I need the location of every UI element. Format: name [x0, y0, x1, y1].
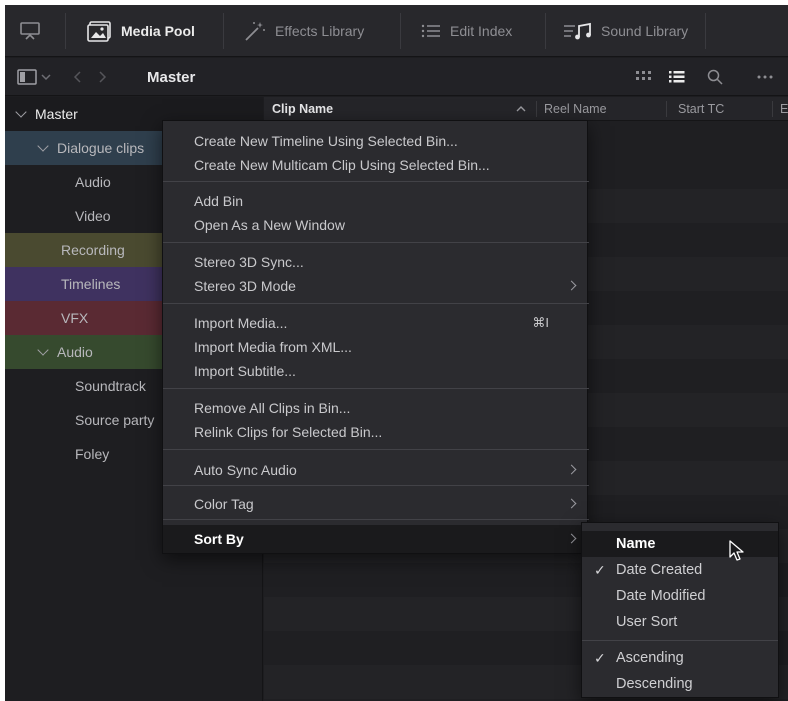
- menu-separator: [163, 519, 589, 520]
- menu-separator: [163, 303, 589, 304]
- menu-item-color-tag[interactable]: Color Tag: [163, 492, 589, 516]
- chevron-right-icon: [566, 498, 577, 509]
- menu-item-import-xml[interactable]: Import Media from XML...: [163, 335, 589, 359]
- sort-ascending-icon: [516, 97, 526, 121]
- column-divider: [666, 101, 667, 117]
- search-button[interactable]: [707, 58, 723, 96]
- menu-item-create-timeline[interactable]: Create New Timeline Using Selected Bin..…: [163, 129, 589, 153]
- tab-effects-library-label: Effects Library: [275, 23, 365, 39]
- checkmark-icon: ✓: [594, 561, 606, 578]
- column-end-tc[interactable]: E: [780, 97, 788, 121]
- chevron-right-icon: [566, 464, 577, 475]
- forward-button[interactable]: [97, 58, 107, 96]
- bin-context-menu: Create New Timeline Using Selected Bin..…: [162, 120, 589, 554]
- toolbar-divider: [705, 13, 706, 49]
- chevron-right-icon: [566, 280, 577, 291]
- sort-option-descending[interactable]: Descending: [582, 671, 778, 697]
- column-header-row: Clip Name Reel Name Start TC E: [264, 97, 788, 121]
- menu-separator: [163, 181, 589, 182]
- menu-item-import-media[interactable]: Import Media... ⌘I: [163, 311, 589, 335]
- menu-separator: [163, 449, 589, 450]
- list-view-icon: [669, 71, 685, 83]
- toolbar-divider: [545, 13, 546, 49]
- sort-option-name[interactable]: Name: [582, 531, 778, 557]
- column-start-tc[interactable]: Start TC: [678, 97, 724, 121]
- sort-option-date-modified[interactable]: Date Modified: [582, 583, 778, 609]
- search-icon: [707, 69, 723, 85]
- chevron-down-icon: [37, 344, 49, 356]
- sort-option-ascending[interactable]: ✓ Ascending: [582, 645, 778, 671]
- menu-item-stereo-3d-mode[interactable]: Stereo 3D Mode: [163, 274, 589, 298]
- menu-item-auto-sync-audio[interactable]: Auto Sync Audio: [163, 458, 589, 482]
- column-divider: [536, 101, 537, 117]
- mouse-pointer-icon: [729, 540, 745, 567]
- shortcut-label: ⌘I: [532, 315, 549, 330]
- column-reel-name[interactable]: Reel Name: [544, 97, 607, 121]
- media-pool-icon: [87, 20, 113, 42]
- checkmark-icon: ✓: [594, 649, 606, 666]
- menu-item-add-bin[interactable]: Add Bin: [163, 189, 589, 213]
- column-divider: [772, 101, 773, 117]
- sidebar-panel-icon: [17, 69, 37, 85]
- menu-separator: [163, 242, 589, 243]
- current-bin-title: Master: [147, 68, 196, 86]
- sort-option-user-sort[interactable]: User Sort: [582, 609, 778, 635]
- menu-item-relink-clips[interactable]: Relink Clips for Selected Bin...: [163, 420, 589, 444]
- chevron-right-icon: [566, 533, 577, 544]
- menu-item-import-subtitle[interactable]: Import Subtitle...: [163, 359, 589, 383]
- music-note-icon: [563, 21, 593, 41]
- chevron-down-icon: [15, 106, 27, 118]
- monitor-icon: [19, 20, 41, 42]
- toolbar-divider: [743, 58, 744, 96]
- list-view-button[interactable]: [669, 58, 685, 96]
- media-pool-window: Media Pool Effects Library Edit Index So…: [5, 5, 788, 701]
- menu-item-sort-by[interactable]: Sort By: [163, 525, 589, 553]
- menu-item-remove-all-clips[interactable]: Remove All Clips in Bin...: [163, 396, 589, 420]
- grid-view-icon: [636, 71, 652, 83]
- effects-wand-icon: [243, 20, 267, 42]
- bin-toolbar: Master: [5, 58, 788, 96]
- back-button[interactable]: [73, 58, 83, 96]
- sidebar-toggle-button[interactable]: [17, 58, 37, 96]
- menu-item-stereo-3d-sync[interactable]: Stereo 3D Sync...: [163, 250, 589, 274]
- sidebar-options-dropdown[interactable]: [41, 58, 51, 96]
- tab-sound-library[interactable]: Sound Library: [563, 5, 688, 57]
- menu-item-create-multicam[interactable]: Create New Multicam Clip Using Selected …: [163, 153, 589, 177]
- chevron-down-icon: [37, 140, 49, 152]
- column-clip-name[interactable]: Clip Name: [272, 97, 333, 121]
- toolbar-divider: [65, 13, 66, 49]
- tab-edit-index[interactable]: Edit Index: [420, 5, 512, 57]
- menu-separator: [582, 640, 778, 641]
- monitor-toggle-button[interactable]: [19, 5, 41, 57]
- list-index-icon: [420, 21, 442, 41]
- tab-edit-index-label: Edit Index: [450, 23, 513, 39]
- thumbnail-view-button[interactable]: [636, 58, 652, 96]
- tab-media-pool[interactable]: Media Pool: [87, 5, 195, 57]
- chevron-left-icon: [73, 71, 83, 83]
- toolbar-divider: [223, 13, 224, 49]
- tab-effects-library[interactable]: Effects Library: [243, 5, 364, 57]
- menu-separator: [163, 388, 589, 389]
- more-dots-icon: [757, 75, 777, 79]
- chevron-right-icon: [97, 71, 107, 83]
- tab-media-pool-label: Media Pool: [121, 23, 195, 39]
- menu-separator: [163, 485, 589, 486]
- top-toolbar: Media Pool Effects Library Edit Index So…: [5, 5, 788, 57]
- sort-option-date-created[interactable]: ✓ Date Created: [582, 557, 778, 583]
- menu-item-open-new-window[interactable]: Open As a New Window: [163, 213, 589, 237]
- toolbar-divider: [400, 13, 401, 49]
- chevron-down-icon: [41, 73, 51, 81]
- tab-sound-library-label: Sound Library: [601, 23, 689, 39]
- sort-by-submenu: Name ✓ Date Created Date Modified User S…: [581, 522, 779, 698]
- more-options-button[interactable]: [757, 58, 777, 96]
